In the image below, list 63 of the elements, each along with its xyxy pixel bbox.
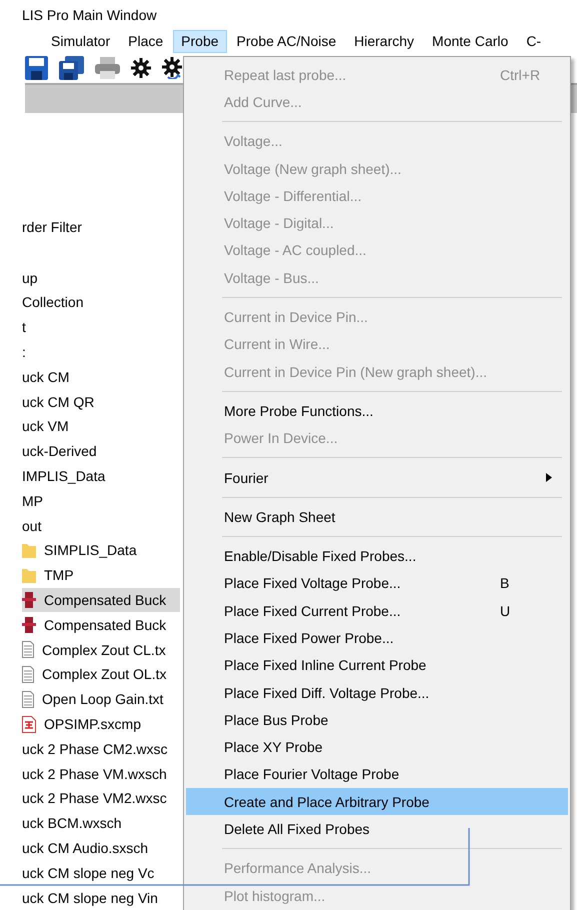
component-file-icon xyxy=(22,716,36,733)
tree-item[interactable]: SIMPLIS_Data xyxy=(22,538,180,563)
menu-item[interactable]: Place Fixed Voltage Probe... B xyxy=(186,570,568,598)
tree-item[interactable]: uck 2 Phase CM2.wxsc xyxy=(22,736,180,762)
submenu-arrow-icon xyxy=(546,473,552,482)
save-all-icon[interactable] xyxy=(59,56,84,80)
tree-item[interactable]: uck CM slope neg Vc xyxy=(22,860,180,886)
tree-item[interactable]: Collection xyxy=(22,290,180,315)
tree-item[interactable]: uck CM slope neg Vin xyxy=(22,885,180,910)
tree-item[interactable]: Open Loop Gain.txt xyxy=(22,686,180,712)
menu-item[interactable]: Place Fixed Current Probe... U xyxy=(186,597,568,624)
tree-item[interactable]: Compensated Buck xyxy=(22,612,180,638)
text-file-icon xyxy=(22,690,34,708)
menu-item[interactable]: Place XY Probe xyxy=(186,734,568,761)
menu-item[interactable]: Place Fixed Inline Current Probe xyxy=(186,652,568,679)
gear-arrow-icon[interactable] xyxy=(162,56,183,79)
tree-item[interactable]: t xyxy=(22,314,180,340)
menu-item[interactable]: More Probe Functions... xyxy=(186,397,568,425)
tree-item[interactable]: IMPLIS_Data xyxy=(22,464,180,488)
text-file-icon xyxy=(22,641,34,658)
tree-item[interactable]: uck CM xyxy=(22,364,180,390)
tree-item[interactable]: uck CM Audio.sxsch xyxy=(22,836,180,860)
tree-item[interactable]: MP xyxy=(22,488,180,514)
menu-bar-item[interactable]: Hierarchy xyxy=(346,30,422,53)
window-title: LIS Pro Main Window xyxy=(21,6,158,26)
tree-item[interactable]: uck VM xyxy=(22,414,180,439)
menu-bar-item[interactable]: Place xyxy=(120,30,172,53)
menu-bar-item[interactable]: Probe AC/Noise xyxy=(228,30,344,53)
tree-item[interactable]: Compensated Buck xyxy=(22,588,180,612)
tree-item[interactable]: uck 2 Phase VM.wxsch xyxy=(22,761,180,786)
gear-icon[interactable] xyxy=(131,58,151,78)
tree-item[interactable]: TMP xyxy=(22,562,180,588)
filter-label: rder Filter xyxy=(22,218,83,238)
menu-item[interactable]: Enable/Disable Fixed Probes... xyxy=(186,542,568,570)
menu-item[interactable]: Place Fixed Power Probe... xyxy=(186,624,568,652)
folder-icon xyxy=(22,542,36,558)
tree-item[interactable]: uck BCM.wxsch xyxy=(22,810,180,836)
tree-item[interactable]: up xyxy=(22,265,180,290)
tree-item[interactable]: OPSIMP.sxcmp xyxy=(22,712,180,736)
printer-icon[interactable] xyxy=(95,56,120,79)
folder-icon xyxy=(22,567,36,584)
schematic-file-icon xyxy=(22,591,36,610)
schematic-file-icon xyxy=(22,616,36,634)
menu-bar-item[interactable]: Probe xyxy=(173,30,227,53)
menu-item[interactable]: Create and Place Arbitrary Probe xyxy=(186,788,568,816)
tree-item[interactable]: : xyxy=(22,340,180,364)
menu-bar-item[interactable]: Monte Carlo xyxy=(424,30,516,53)
tree-item[interactable]: Complex Zout CL.tx xyxy=(22,637,180,662)
tree-item[interactable]: Complex Zout OL.tx xyxy=(22,662,180,687)
save-icon[interactable] xyxy=(25,56,48,80)
tree-item[interactable]: uck-Derived xyxy=(22,438,180,464)
menu-item[interactable]: Fourier xyxy=(186,464,568,492)
tree-item[interactable]: uck 2 Phase VM2.wxsc xyxy=(22,786,180,811)
menu-item[interactable]: Delete All Fixed Probes xyxy=(186,815,568,843)
menu-item[interactable]: Place Bus Probe xyxy=(186,706,568,734)
text-file-icon xyxy=(22,666,34,683)
tree-item[interactable]: uck CM QR xyxy=(22,389,180,414)
menu-item[interactable]: Place Fixed Diff. Voltage Probe... xyxy=(186,678,568,706)
tree-item[interactable]: out xyxy=(22,513,180,538)
menu-bar-item[interactable]: C- xyxy=(518,30,550,53)
menu-item[interactable]: New Graph Sheet xyxy=(186,503,568,530)
menu-item[interactable]: Place Fourier Voltage Probe xyxy=(186,760,568,788)
menu-bar-item[interactable]: Simulator xyxy=(43,30,118,53)
